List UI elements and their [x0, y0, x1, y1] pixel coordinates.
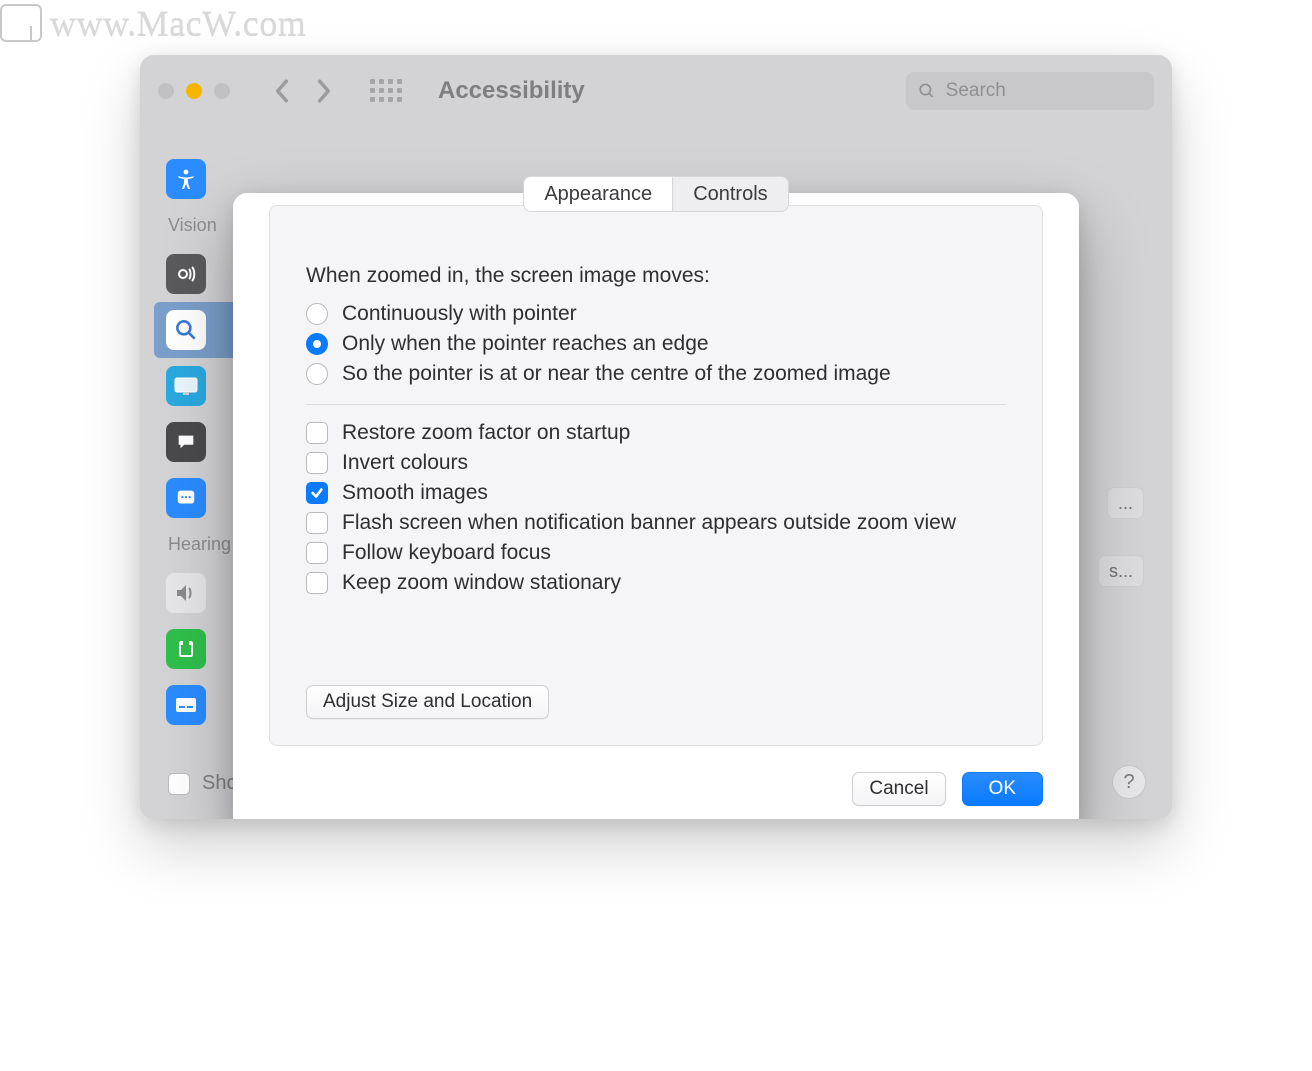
check-follow-focus-label: Follow keyboard focus — [342, 541, 551, 565]
tab-appearance-label: Appearance — [544, 183, 652, 206]
tab-bar: Appearance Controls — [523, 176, 788, 212]
help-icon: ? — [1123, 771, 1134, 794]
cancel-button[interactable]: Cancel — [852, 772, 945, 806]
radio-centre-input[interactable] — [306, 363, 328, 385]
search-icon — [918, 81, 936, 101]
display-icon — [166, 366, 206, 406]
behind-button-b-label: s... — [1109, 561, 1133, 582]
tab-controls-label: Controls — [693, 183, 767, 206]
voiceover-icon — [166, 254, 206, 294]
speech-icon — [166, 422, 206, 462]
watermark-text: www.MacW.com — [50, 2, 306, 44]
cancel-label: Cancel — [869, 778, 928, 800]
check-follow-focus[interactable]: Follow keyboard focus — [306, 541, 1006, 565]
titlebar: Accessibility — [140, 55, 1172, 127]
move-heading: When zoomed in, the screen image moves: — [306, 264, 1006, 288]
ok-button[interactable]: OK — [962, 772, 1043, 806]
radio-centre-label: So the pointer is at or near the centre … — [342, 362, 891, 386]
check-invert-input[interactable] — [306, 452, 328, 474]
close-window-button[interactable] — [158, 83, 174, 99]
check-stationary[interactable]: Keep zoom window stationary — [306, 571, 1006, 595]
audio-icon — [166, 573, 206, 613]
search-input[interactable] — [944, 79, 1142, 103]
check-flash-input[interactable] — [306, 512, 328, 534]
radio-edge-input[interactable] — [306, 333, 328, 355]
zoom-window-button[interactable] — [214, 83, 230, 99]
check-smooth-input[interactable] — [306, 482, 328, 504]
behind-button-a-label: ... — [1118, 493, 1133, 514]
check-stationary-label: Keep zoom window stationary — [342, 571, 621, 595]
check-invert[interactable]: Invert colours — [306, 451, 1006, 475]
ok-label: OK — [989, 778, 1016, 800]
help-button[interactable]: ? — [1112, 765, 1146, 799]
watermark: www.MacW.com — [0, 2, 306, 44]
search-field[interactable] — [906, 72, 1154, 110]
tab-appearance[interactable]: Appearance — [524, 177, 673, 211]
check-restore[interactable]: Restore zoom factor on startup — [306, 421, 1006, 445]
rtt-icon — [166, 629, 206, 669]
radio-continuous[interactable]: Continuously with pointer — [306, 302, 1006, 326]
radio-centre[interactable]: So the pointer is at or near the centre … — [306, 362, 1006, 386]
check-flash-label: Flash screen when notification banner ap… — [342, 511, 956, 535]
descriptions-icon — [166, 478, 206, 518]
watermark-logo-icon — [0, 4, 42, 42]
radio-continuous-label: Continuously with pointer — [342, 302, 577, 326]
check-restore-input[interactable] — [306, 422, 328, 444]
check-invert-label: Invert colours — [342, 451, 468, 475]
chevron-right-icon — [315, 78, 333, 104]
forward-button[interactable] — [310, 77, 338, 105]
radio-edge-label: Only when the pointer reaches an edge — [342, 332, 709, 356]
check-restore-label: Restore zoom factor on startup — [342, 421, 630, 445]
check-smooth-label: Smooth images — [342, 481, 488, 505]
check-stationary-input[interactable] — [306, 572, 328, 594]
zoom-options-sheet: Appearance Controls When zoomed in, the … — [233, 193, 1079, 819]
check-smooth[interactable]: Smooth images — [306, 481, 1006, 505]
minimize-window-button[interactable] — [186, 83, 202, 99]
show-accessibility-status-row[interactable]: Sho — [168, 772, 238, 795]
system-preferences-window: Accessibility Vision — [140, 55, 1172, 819]
divider — [306, 404, 1006, 405]
options-panel: Appearance Controls When zoomed in, the … — [269, 205, 1043, 746]
adjust-size-location-button[interactable]: Adjust Size and Location — [306, 685, 549, 719]
behind-button-b[interactable]: s... — [1098, 555, 1144, 587]
tab-controls[interactable]: Controls — [673, 177, 787, 211]
check-follow-focus-input[interactable] — [306, 542, 328, 564]
behind-button-a[interactable]: ... — [1107, 487, 1144, 519]
window-controls — [158, 83, 230, 99]
show-all-prefs-button[interactable] — [370, 79, 398, 103]
back-button[interactable] — [268, 77, 296, 105]
radio-edge[interactable]: Only when the pointer reaches an edge — [306, 332, 1006, 356]
window-title: Accessibility — [438, 77, 585, 105]
adjust-size-location-label: Adjust Size and Location — [323, 691, 532, 713]
show-checkbox[interactable] — [168, 773, 190, 795]
chevron-left-icon — [273, 78, 291, 104]
captions-icon — [166, 685, 206, 725]
sheet-actions: Cancel OK — [269, 772, 1043, 806]
accessibility-icon — [166, 159, 206, 199]
zoom-icon — [166, 310, 206, 350]
radio-continuous-input[interactable] — [306, 303, 328, 325]
check-flash[interactable]: Flash screen when notification banner ap… — [306, 511, 1006, 535]
